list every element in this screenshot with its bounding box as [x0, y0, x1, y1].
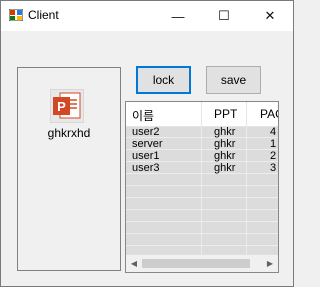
cell-page: 4: [270, 126, 277, 138]
cell-ppt: ghkr: [214, 150, 236, 162]
list-row[interactable]: user3 ghkr 3: [126, 162, 278, 174]
scroll-left-icon[interactable]: ◀: [127, 257, 141, 270]
column-separator[interactable]: [201, 102, 202, 126]
lock-button[interactable]: lock: [136, 66, 191, 94]
file-item[interactable]: P ghkrxhd: [18, 68, 120, 148]
save-button[interactable]: save: [206, 66, 261, 94]
client-window: Client — ☐ ✕ P ghkrxhd lock save 이름 PPT …: [0, 0, 294, 287]
horizontal-scrollbar[interactable]: ◀ ▶: [126, 254, 278, 272]
close-icon: ✕: [264, 8, 276, 23]
cell-page: 3: [270, 162, 277, 174]
scrollbar-thumb[interactable]: [142, 259, 250, 268]
cell-name: server: [132, 138, 163, 150]
app-icon: [9, 9, 23, 21]
column-header-ppt[interactable]: PPT: [214, 107, 237, 121]
list-header: 이름 PPT PAG: [126, 102, 278, 127]
column-separator[interactable]: [246, 102, 247, 126]
list-row[interactable]: user2 ghkr 4: [126, 126, 278, 138]
user-list-view[interactable]: 이름 PPT PAG user2 ghkr 4 server ghkr 1: [125, 101, 279, 273]
client-area: P ghkrxhd lock save 이름 PPT PAG: [1, 31, 293, 286]
cell-name: user3: [132, 162, 160, 174]
minimize-button[interactable]: —: [155, 1, 201, 31]
powerpoint-file-icon: P: [50, 89, 84, 123]
maximize-button[interactable]: ☐: [201, 1, 247, 31]
file-panel: P ghkrxhd: [17, 67, 121, 271]
list-row[interactable]: server ghkr 1: [126, 138, 278, 150]
svg-text:P: P: [57, 99, 66, 114]
cell-page: 1: [270, 138, 277, 150]
list-row[interactable]: user1 ghkr 2: [126, 150, 278, 162]
cell-ppt: ghkr: [214, 162, 236, 174]
window-title: Client: [28, 8, 59, 22]
title-bar[interactable]: Client — ☐ ✕: [1, 1, 293, 31]
cell-page: 2: [270, 150, 277, 162]
file-label: ghkrxhd: [47, 126, 91, 140]
cell-name: user2: [132, 126, 160, 138]
cell-ppt: ghkr: [214, 126, 236, 138]
maximize-icon: ☐: [218, 8, 230, 23]
scroll-right-icon[interactable]: ▶: [263, 257, 277, 270]
cell-name: user1: [132, 150, 160, 162]
column-header-page[interactable]: PAG: [260, 107, 278, 121]
minimize-icon: —: [171, 8, 185, 24]
cell-ppt: ghkr: [214, 138, 236, 150]
close-button[interactable]: ✕: [247, 1, 293, 31]
list-rows: user2 ghkr 4 server ghkr 1 user1 ghkr 2 …: [126, 126, 278, 174]
column-header-name[interactable]: 이름: [132, 107, 154, 124]
